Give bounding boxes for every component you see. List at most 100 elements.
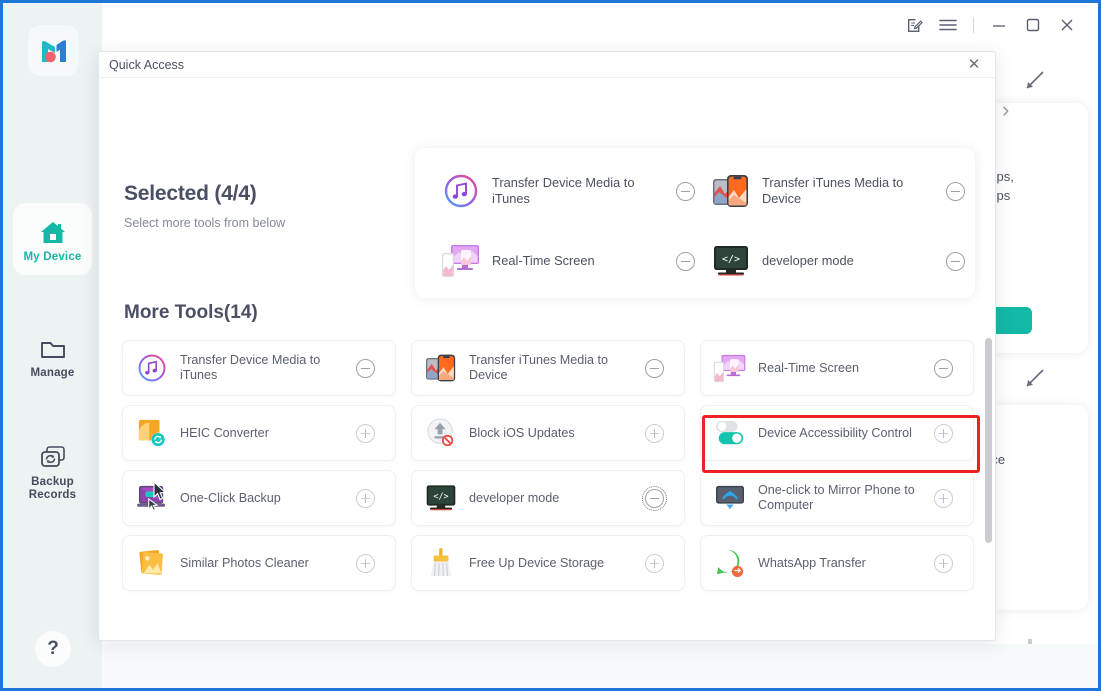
similar-photos-icon xyxy=(135,546,169,580)
add-tool-button[interactable] xyxy=(934,554,953,573)
tool-card[interactable]: One-Click Backup xyxy=(122,470,396,526)
sidebar: My Device Manage Backup Records ? xyxy=(3,3,102,688)
folder-icon xyxy=(39,331,67,361)
one-click-backup-icon xyxy=(135,481,169,515)
selected-tool-label: developer mode xyxy=(762,253,854,268)
tools-scrollbar-thumb[interactable] xyxy=(985,338,992,543)
tool-label: Similar Photos Cleaner xyxy=(180,555,309,570)
backup-icon xyxy=(39,440,67,470)
tool-card[interactable]: One-click to Mirror Phone to Computer xyxy=(700,470,974,526)
remove-tool-button[interactable] xyxy=(676,182,695,201)
tool-card[interactable]: Transfer iTunes Media to Device xyxy=(411,340,685,396)
itunes-icon xyxy=(135,351,169,385)
tool-label: Real-Time Screen xyxy=(758,360,860,375)
tool-label: One-Click Backup xyxy=(180,490,281,505)
quick-access-dialog: Quick Access ✕ Selected (4/4) Select mor… xyxy=(98,51,996,641)
home-icon xyxy=(39,215,67,245)
tool-label: Transfer iTunes Media to Device xyxy=(469,353,609,382)
tool-label: Transfer Device Media to iTunes xyxy=(180,353,321,382)
dialog-body: Selected (4/4) Select more tools from be… xyxy=(99,78,995,640)
close-icon[interactable]: ✕ xyxy=(959,52,989,79)
tool-card[interactable]: Free Up Device Storage xyxy=(411,535,685,591)
svg-text:</>: </> xyxy=(722,254,740,265)
menu-icon[interactable] xyxy=(931,10,965,40)
itunes-icon xyxy=(441,171,481,211)
selected-tools-panel: Transfer Device Media to iTunes Transfer… xyxy=(415,148,975,298)
broom-icon xyxy=(424,546,458,580)
screen-mirror-icon xyxy=(713,351,747,385)
tool-label: HEIC Converter xyxy=(180,425,269,440)
sidebar-item-label: Backup Records xyxy=(28,476,77,501)
iphone-transfer-icon xyxy=(424,351,458,385)
dialog-header: Quick Access ✕ xyxy=(99,52,995,78)
app-logo xyxy=(28,25,79,76)
add-tool-button[interactable] xyxy=(645,424,664,443)
selected-tool-item[interactable]: </> developer mode xyxy=(703,232,973,290)
background-bottom-strip xyxy=(102,644,1098,688)
add-tool-button[interactable] xyxy=(356,554,375,573)
add-tool-button[interactable] xyxy=(934,424,953,443)
remove-tool-button[interactable] xyxy=(934,359,953,378)
tool-card[interactable]: Block iOS Updates xyxy=(411,405,685,461)
screen-mirror-icon xyxy=(441,241,481,281)
chevron-right-icon[interactable]: › xyxy=(1002,97,1009,123)
selected-tool-item[interactable]: Transfer Device Media to iTunes xyxy=(433,162,703,220)
help-button[interactable]: ? xyxy=(35,631,71,667)
add-tool-button[interactable] xyxy=(934,489,953,508)
tool-card[interactable]: HEIC Converter xyxy=(122,405,396,461)
tool-label: Block iOS Updates xyxy=(469,425,575,440)
titlebar-divider xyxy=(973,17,974,33)
tool-card[interactable]: WhatsApp Transfer xyxy=(700,535,974,591)
add-tool-button[interactable] xyxy=(356,489,375,508)
svg-text:</>: </> xyxy=(433,491,448,501)
heic-converter-icon xyxy=(135,416,169,450)
selected-tool-item[interactable]: Transfer iTunes Media to Device xyxy=(703,162,973,220)
edit-pencil-icon-2[interactable] xyxy=(1024,367,1046,394)
remove-tool-button[interactable] xyxy=(645,359,664,378)
dialog-title: Quick Access xyxy=(109,57,185,72)
selected-heading: Selected (4/4) xyxy=(124,182,257,205)
whatsapp-icon xyxy=(713,546,747,580)
selected-tool-label: Transfer Device Media to iTunes xyxy=(492,175,635,206)
feedback-icon[interactable] xyxy=(897,10,931,40)
focus-ring xyxy=(642,486,667,511)
toggle-switch-icon xyxy=(713,416,747,450)
tool-card[interactable]: Similar Photos Cleaner xyxy=(122,535,396,591)
sidebar-item-manage[interactable]: Manage xyxy=(13,319,92,391)
tool-label: developer mode xyxy=(469,490,560,505)
add-tool-button[interactable] xyxy=(645,554,664,573)
app-window: My Device Manage Backup Records ? › apps… xyxy=(0,0,1101,691)
tool-label: Device Accessibility Control xyxy=(758,425,912,440)
remove-tool-button[interactable] xyxy=(356,359,375,378)
selected-subheading: Select more tools from below xyxy=(124,216,286,230)
selected-tool-label: Transfer iTunes Media to Device xyxy=(762,175,904,206)
tool-label: WhatsApp Transfer xyxy=(758,555,866,570)
sidebar-item-label: My Device xyxy=(23,250,82,263)
block-updates-icon xyxy=(424,416,458,450)
add-tool-button[interactable] xyxy=(356,424,375,443)
tool-label: One-click to Mirror Phone to Computer xyxy=(758,483,915,512)
tool-label: Free Up Device Storage xyxy=(469,555,605,570)
more-tools-grid: Transfer Device Media to iTunes Transfer… xyxy=(115,336,981,621)
sidebar-item-backup-records[interactable]: Backup Records xyxy=(13,428,92,514)
help-label: ? xyxy=(47,638,59,659)
edit-pencil-icon[interactable] xyxy=(1024,69,1046,96)
minimize-button[interactable] xyxy=(982,10,1016,40)
close-button[interactable] xyxy=(1050,10,1084,40)
sidebar-item-label: Manage xyxy=(30,366,75,379)
remove-tool-button[interactable] xyxy=(676,252,695,271)
developer-mode-icon: </> xyxy=(711,241,751,281)
remove-tool-button[interactable] xyxy=(946,182,965,201)
more-tools-heading: More Tools(14) xyxy=(124,302,258,323)
mirror-phone-icon xyxy=(713,481,747,515)
tool-card[interactable]: Real-Time Screen xyxy=(700,340,974,396)
sidebar-item-my-device[interactable]: My Device xyxy=(13,203,92,275)
remove-tool-button[interactable] xyxy=(946,252,965,271)
tool-card[interactable]: Transfer Device Media to iTunes xyxy=(122,340,396,396)
selected-tool-item[interactable]: Real-Time Screen xyxy=(433,232,703,290)
maximize-button[interactable] xyxy=(1016,10,1050,40)
tool-card[interactable]: </> developer mode xyxy=(411,470,685,526)
tool-card[interactable]: Device Accessibility Control xyxy=(700,405,974,461)
developer-mode-icon: </> xyxy=(424,481,458,515)
selected-tool-label: Real-Time Screen xyxy=(492,253,595,268)
